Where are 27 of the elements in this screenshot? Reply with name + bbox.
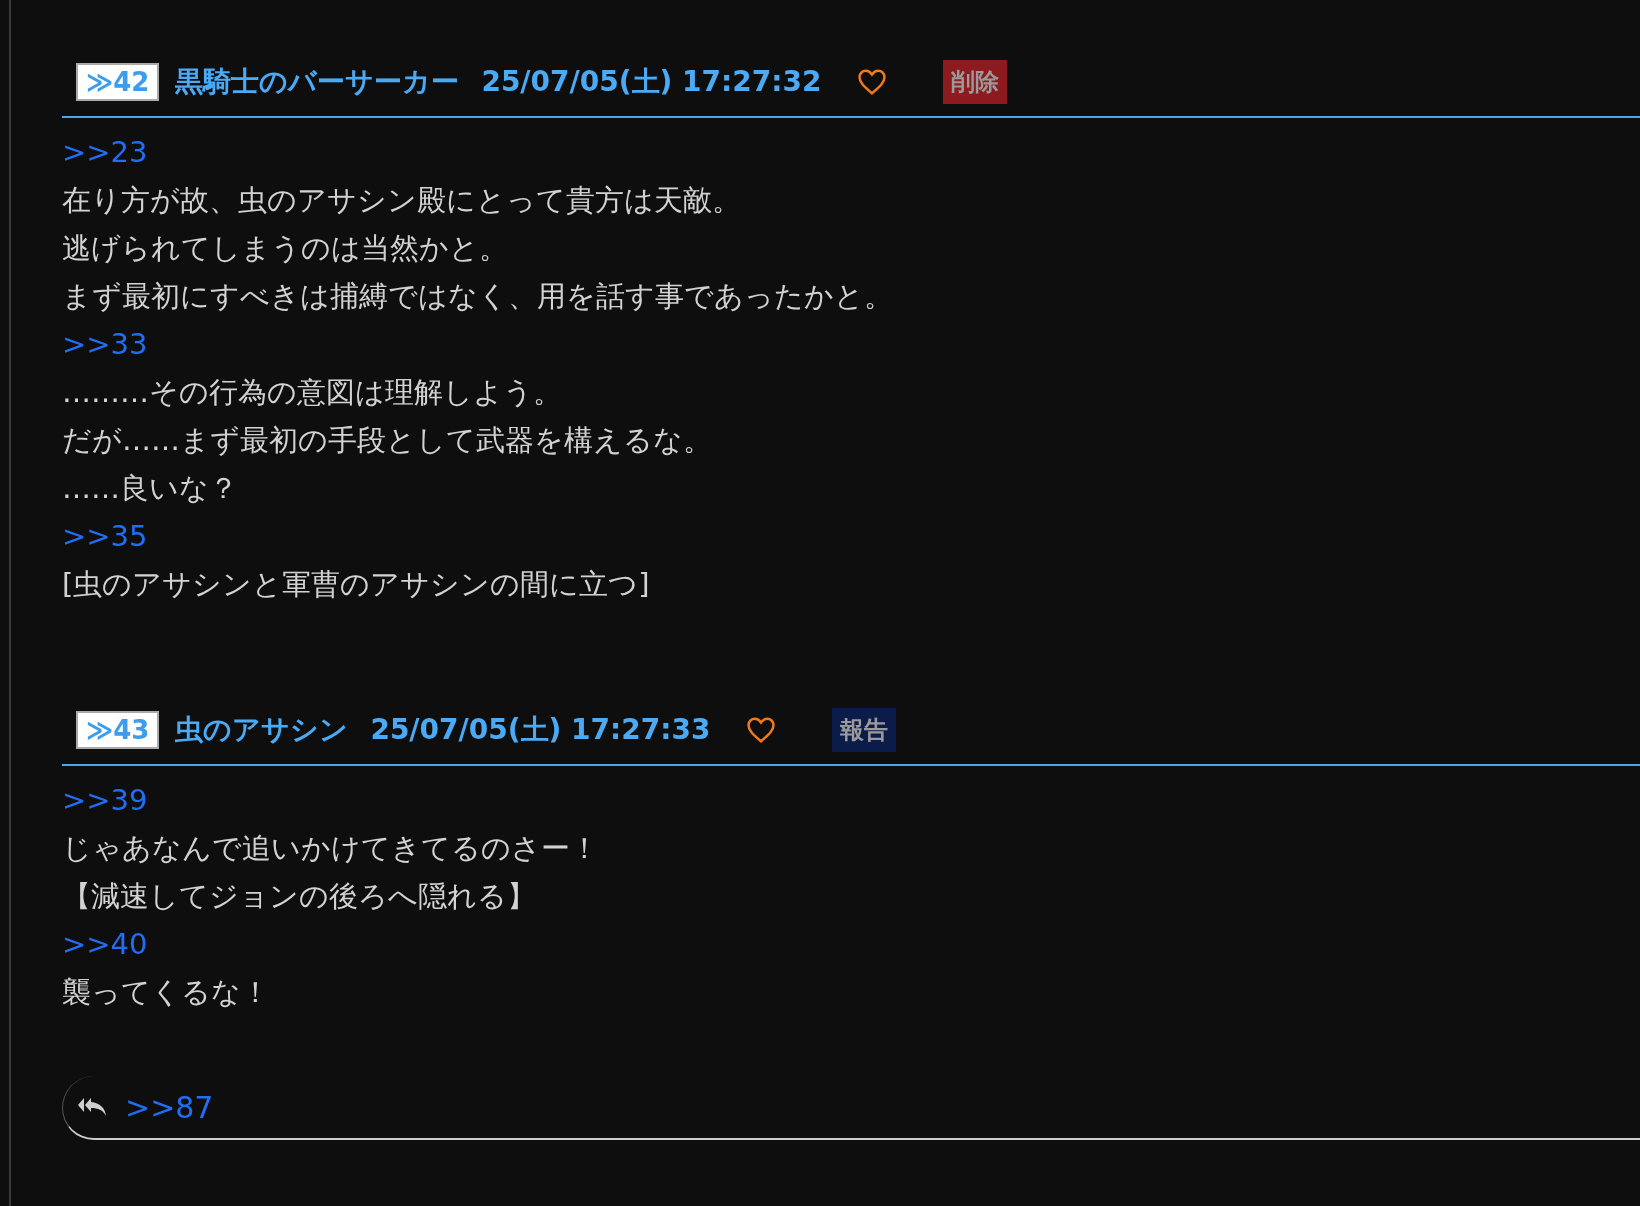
message-line: だが……まず最初の手段として武器を構えるな。 — [62, 422, 713, 459]
reply-all-icon — [77, 1096, 107, 1118]
message-line: 【減速してジョンの後ろへ隠れる】 — [62, 878, 537, 915]
reply-anchor-link[interactable]: >>23 — [62, 128, 1640, 176]
message-line: じゃあなんで追いかけてきてるのさー！ — [62, 830, 600, 867]
reply-anchor-link[interactable]: >>33 — [62, 320, 1640, 368]
reply-anchor-link[interactable]: >>39 — [62, 776, 1640, 824]
post-date: 25/07/05(土) 17:27:33 — [370, 712, 711, 748]
reply-anchor-link[interactable]: >>35 — [62, 512, 1640, 560]
message-line: まず最初にすべきは捕縛ではなく、用を話す事であったかと。 — [62, 278, 894, 315]
poster-name: 黒騎士のバーサーカー — [175, 64, 460, 100]
post-date: 25/07/05(土) 17:27:32 — [481, 64, 822, 100]
heart-icon[interactable] — [857, 68, 888, 96]
message-line: ……良いな？ — [62, 470, 239, 507]
reply-anchor-link[interactable]: >>40 — [62, 920, 1640, 968]
reply-link[interactable]: >>87 — [125, 1089, 214, 1125]
message-line: ………その行為の意図は理解しよう。 — [62, 374, 563, 411]
poster-name: 虫のアサシン — [175, 712, 349, 748]
report-button[interactable]: 報告 — [832, 708, 897, 752]
message-line: 襲ってくるな！ — [62, 974, 271, 1011]
delete-button[interactable]: 削除 — [943, 60, 1008, 104]
message-line: 在り方が故、虫のアサシン殿にとって貴方は天敵。 — [62, 182, 742, 219]
post-number[interactable]: ≫43 — [76, 711, 160, 749]
heart-icon[interactable] — [746, 716, 777, 744]
message-line: [虫のアサシンと軍曹のアサシンの間に立つ] — [62, 566, 651, 603]
message-line: 逃げられてしまうのは当然かと。 — [62, 230, 509, 267]
post-number[interactable]: ≫42 — [76, 63, 160, 101]
